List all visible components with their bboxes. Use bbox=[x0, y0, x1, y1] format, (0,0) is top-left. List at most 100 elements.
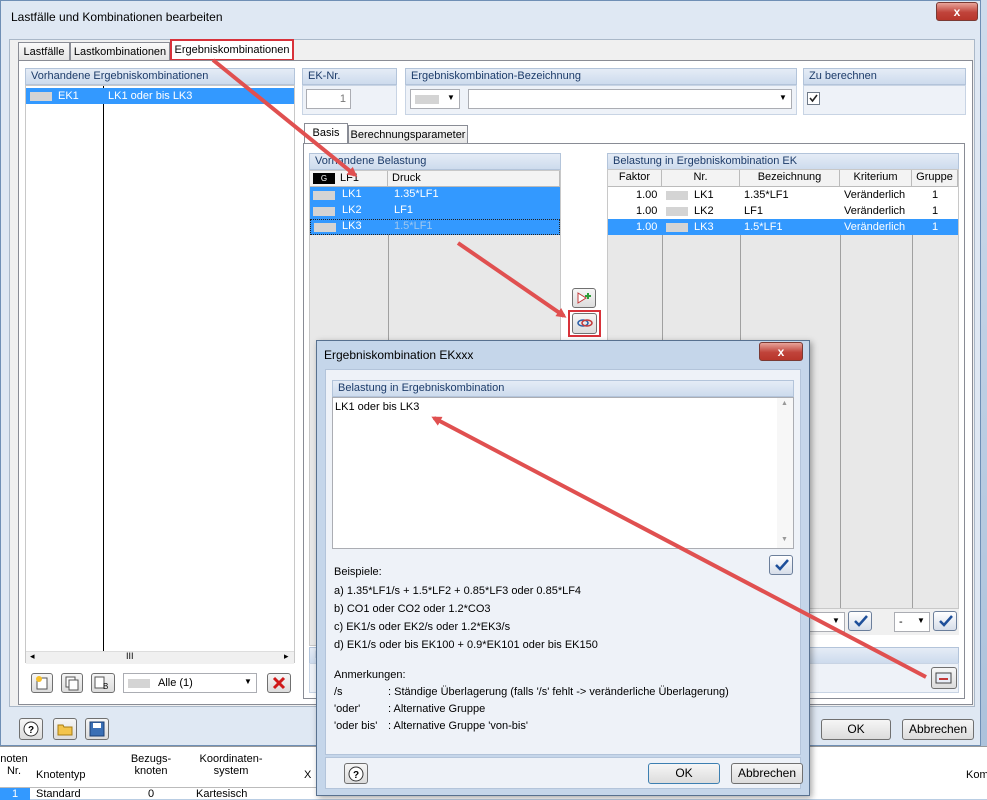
row-koordinatensystem: Kartesisch bbox=[196, 788, 248, 800]
left-panel-header: Vorhandene Ergebniskombinationen bbox=[25, 68, 295, 85]
horizontal-scrollbar[interactable]: ◂ III ▸ bbox=[26, 651, 294, 664]
help-icon: ? bbox=[348, 766, 364, 782]
cell-bez: 1.5*LF1 bbox=[744, 221, 783, 233]
tab-lastkombinationen[interactable]: Lastkombinationen bbox=[70, 42, 170, 61]
cell-faktor: 1.00 bbox=[636, 205, 658, 217]
scroll-up-icon[interactable]: ▲ bbox=[781, 400, 788, 407]
cell-gruppe: 1 bbox=[932, 221, 939, 233]
formula-dialog-button[interactable] bbox=[572, 313, 597, 334]
dialog-footer: ? OK Abbrechen bbox=[325, 757, 803, 789]
help-button[interactable]: ? bbox=[19, 718, 43, 740]
delete-ek-button[interactable] bbox=[267, 673, 291, 693]
note-text: : Ständige Überlagerung (falls '/s' fehl… bbox=[388, 686, 729, 698]
window-close-button[interactable]: x bbox=[936, 2, 978, 21]
color-swatch bbox=[666, 207, 688, 216]
col-header-koordinatensystem: Koordinaten-system bbox=[199, 753, 263, 777]
color-swatch bbox=[666, 191, 688, 200]
apply-gruppe-button[interactable] bbox=[933, 611, 957, 631]
example-c: c) EK1/s oder EK2/s oder 1.2*EK3/s bbox=[334, 621, 511, 633]
checkmark-icon bbox=[809, 94, 818, 103]
chevron-down-icon: ▼ bbox=[832, 616, 840, 625]
ek-nr-input[interactable]: 1 bbox=[306, 89, 351, 109]
checkmark-icon bbox=[939, 615, 953, 627]
filter-value: Alle (1) bbox=[158, 677, 193, 689]
svg-text:B: B bbox=[103, 682, 108, 691]
col-header-bezeichnung: Bezeichnung bbox=[740, 170, 840, 187]
bezeichnung-color-select[interactable]: ▼ bbox=[410, 89, 460, 109]
scroll-grip[interactable]: III bbox=[126, 651, 134, 661]
ok-button[interactable]: OK bbox=[821, 719, 891, 740]
table-row[interactable]: 1.00 LK2 LF1 Veränderlich 1 bbox=[608, 203, 958, 219]
table-row[interactable]: 1.00 LK3 1.5*LF1 Veränderlich 1 bbox=[608, 219, 958, 235]
note-key: 'oder bis' bbox=[334, 720, 378, 732]
g-badge: G bbox=[313, 173, 335, 184]
dialog-ok-button[interactable]: OK bbox=[648, 763, 720, 784]
cell-faktor: 1.00 bbox=[636, 221, 658, 233]
scroll-down-icon[interactable]: ▼ bbox=[781, 536, 788, 543]
ek-list[interactable]: EK1 LK1 oder bis LK3 ◂ III ▸ bbox=[25, 85, 295, 664]
edit-combination-button[interactable] bbox=[931, 667, 957, 689]
col-divider bbox=[912, 187, 913, 608]
note-key: 'oder' bbox=[334, 703, 361, 715]
list-item[interactable]: LK1 1.35*LF1 bbox=[310, 187, 560, 203]
filter-select[interactable]: Alle (1) ▼ bbox=[123, 673, 257, 693]
table-row[interactable]: 1 Standard 0 Kartesisch bbox=[0, 787, 316, 800]
kriterium-select[interactable]: ▼ bbox=[809, 612, 845, 632]
list-item[interactable]: LK3 1.5*LF1 bbox=[310, 219, 560, 235]
example-b: b) CO1 oder CO2 oder 1.2*CO3 bbox=[334, 603, 491, 615]
scroll-left-icon[interactable]: ◂ bbox=[30, 651, 35, 662]
renumber-button[interactable]: B bbox=[91, 673, 115, 693]
add-button[interactable] bbox=[572, 288, 596, 308]
subtab-berechnungsparameter[interactable]: Berechnungsparameter bbox=[348, 125, 468, 144]
folder-icon bbox=[57, 724, 73, 736]
note-text: : Alternative Gruppe bbox=[388, 703, 486, 715]
cell-bez: LF1 bbox=[744, 205, 763, 217]
tab-lastfaelle[interactable]: Lastfälle bbox=[18, 42, 70, 61]
gruppe-select[interactable]: - ▼ bbox=[894, 612, 930, 632]
checkmark-icon bbox=[854, 615, 868, 627]
scroll-right-icon[interactable]: ▸ bbox=[284, 651, 289, 662]
edit-dialog-icon bbox=[935, 672, 952, 684]
zu-berechnen-checkbox[interactable] bbox=[807, 92, 820, 105]
row-id: LK3 bbox=[342, 220, 362, 232]
dialog-apply-button[interactable] bbox=[769, 555, 793, 575]
bez-swatch bbox=[415, 95, 439, 104]
table-row[interactable]: 1.00 LK1 1.35*LF1 Veränderlich 1 bbox=[608, 187, 958, 203]
note-text: : Alternative Gruppe 'von-bis' bbox=[388, 720, 528, 732]
list-divider bbox=[103, 86, 104, 652]
col-header-nr: Nr. bbox=[662, 170, 740, 187]
apply-kriterium-button[interactable] bbox=[848, 611, 872, 631]
textarea-scrollbar[interactable]: ▲ ▼ bbox=[777, 398, 793, 548]
new-document-icon bbox=[36, 676, 48, 690]
dialog-help-button[interactable]: ? bbox=[344, 763, 368, 784]
col1-label: LF1 bbox=[340, 172, 359, 184]
color-swatch bbox=[666, 223, 688, 232]
examples-title: Beispiele: bbox=[334, 566, 382, 578]
checkmark-icon bbox=[775, 559, 789, 571]
cell-gruppe: 1 bbox=[932, 189, 939, 201]
formula-dialog: Ergebniskombination EKxxx x Belastung in… bbox=[316, 340, 810, 796]
list-item[interactable]: EK1 LK1 oder bis LK3 bbox=[26, 88, 294, 104]
col-header-knotentyp: Knotentyp bbox=[36, 769, 86, 781]
dialog-close-button[interactable]: x bbox=[759, 342, 803, 361]
formula-textarea[interactable]: LK1 oder bis LK3 ▲ ▼ bbox=[332, 397, 794, 549]
col-header-nr: noten Nr. bbox=[0, 753, 28, 777]
cell-nr: LK3 bbox=[694, 221, 714, 233]
dialog-cancel-button[interactable]: Abbrechen bbox=[731, 763, 803, 784]
chevron-down-icon: ▼ bbox=[447, 93, 455, 102]
cell-krit: Veränderlich bbox=[844, 221, 906, 233]
example-a: a) 1.35*LF1/s + 1.5*LF2 + 0.85*LF3 oder … bbox=[334, 585, 582, 597]
chevron-down-icon: ▼ bbox=[917, 616, 925, 625]
subtab-basis[interactable]: Basis bbox=[304, 123, 348, 144]
tab-ergebniskombinationen[interactable]: Ergebniskombinationen bbox=[170, 39, 294, 61]
list-item[interactable]: LK2 LF1 bbox=[310, 203, 560, 219]
bezeichnung-header: Ergebniskombination-Bezeichnung bbox=[405, 68, 797, 85]
copy-ek-button[interactable] bbox=[61, 673, 83, 693]
new-ek-button[interactable] bbox=[31, 673, 53, 693]
save-button[interactable] bbox=[85, 718, 109, 740]
cancel-button[interactable]: Abbrechen bbox=[902, 719, 974, 740]
col-header-lf1: G LF1 bbox=[310, 171, 388, 187]
col-header-bezugsknoten: Bezugs-knoten bbox=[130, 753, 172, 777]
bezeichnung-input[interactable]: ▼ bbox=[468, 89, 792, 109]
open-button[interactable] bbox=[53, 718, 77, 740]
